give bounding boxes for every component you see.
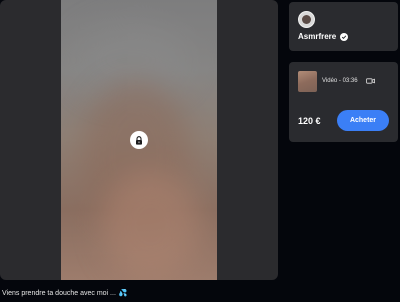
sweat-droplets-icon: 💦 <box>118 290 128 297</box>
purchase-card: Vidéo - 03:36 120 € Acheter <box>289 62 398 142</box>
media-panel <box>0 0 278 280</box>
avatar[interactable] <box>298 11 315 28</box>
media-info: Vidéo - 03:36 <box>322 78 375 84</box>
lock-icon[interactable] <box>130 131 148 149</box>
blurred-content <box>101 170 201 280</box>
video-camera-icon <box>365 78 375 84</box>
caption-text: Viens prendre ta douche avec moi ... <box>2 289 116 297</box>
creator-name[interactable]: Asmrfrere <box>298 32 349 41</box>
media-type-label: Vidéo - 03:36 <box>322 78 358 84</box>
price: 120 € <box>298 116 321 126</box>
check-badge-icon <box>340 32 349 41</box>
media-thumbnail <box>298 71 317 92</box>
creator-card[interactable]: Asmrfrere <box>289 2 398 51</box>
buy-button[interactable]: Acheter <box>337 110 389 131</box>
post-caption: Viens prendre ta douche avec moi ... 💦 <box>2 289 278 298</box>
creator-name-label: Asmrfrere <box>298 32 337 41</box>
